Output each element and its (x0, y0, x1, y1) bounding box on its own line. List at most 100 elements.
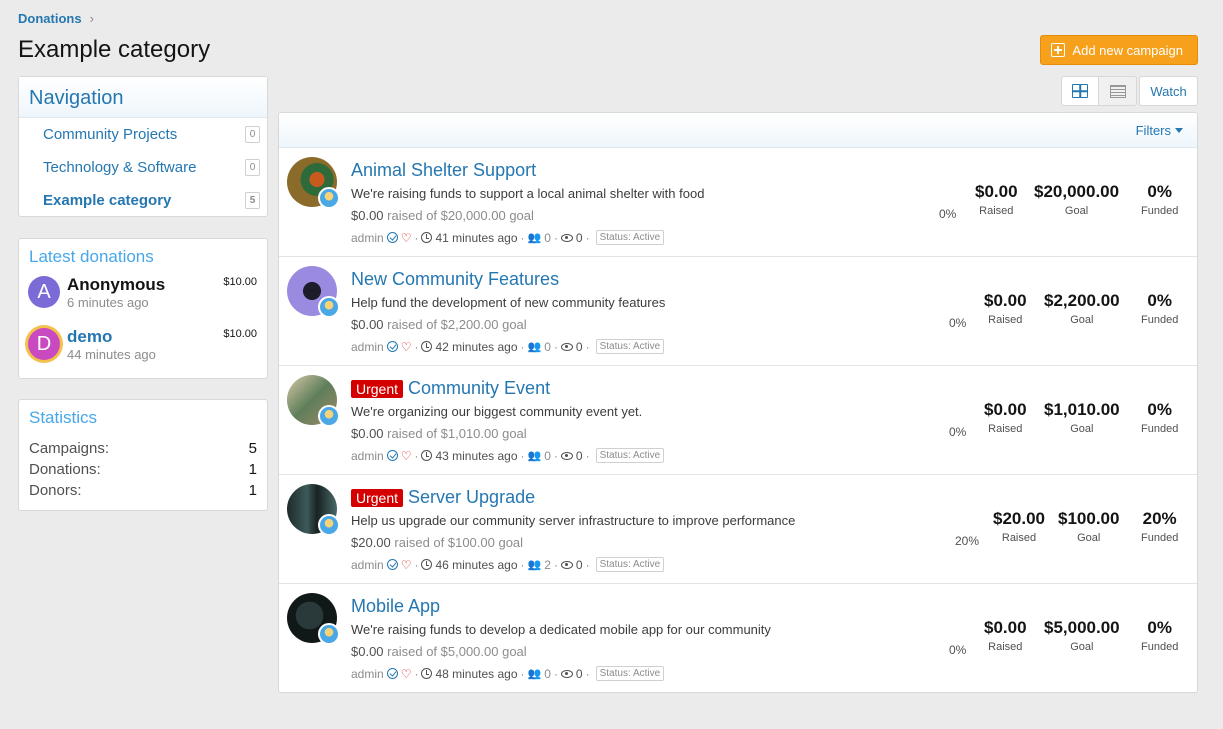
heart-icon[interactable]: ♡ (401, 668, 412, 680)
donation-amount: $10.00 (223, 328, 257, 340)
view-toggle-group (1061, 76, 1137, 106)
campaign-row: Mobile App We're raising funds to develo… (279, 584, 1197, 692)
campaign-meta: admin ♡ · 43 minutes ago · 👥 0 · 0 · Sta… (351, 448, 665, 463)
donor-name-link[interactable]: demo (67, 327, 156, 347)
latest-donations-title[interactable]: Latest donations (19, 239, 267, 271)
nav-item-label: Example category (43, 192, 172, 209)
raised-stat: $0.00 Raised (975, 182, 1018, 217)
author-avatar[interactable] (318, 623, 340, 645)
eye-icon (560, 669, 573, 678)
campaign-title-link[interactable]: New Community Features (351, 269, 559, 290)
urgent-badge: Urgent (351, 488, 404, 507)
donation-item: D demo 44 minutes ago $10.00 (19, 323, 267, 375)
campaign-meta: admin ♡ · 46 minutes ago · 👥 2 · 0 · Sta… (351, 557, 665, 572)
goal-value: $2,200.00 (1044, 291, 1120, 310)
heart-icon[interactable]: ♡ (401, 450, 412, 462)
stat-row-donations: Donations: 1 (19, 459, 267, 480)
campaign-title-link[interactable]: Mobile App (351, 596, 440, 617)
filters-dropdown[interactable]: Filters (1136, 123, 1183, 138)
stat-value: 5 (248, 440, 257, 457)
clock-icon (421, 450, 433, 461)
table-view-button[interactable] (1099, 76, 1137, 106)
campaign-title-link[interactable]: Community Event (408, 378, 550, 399)
status-badge: Status: Active (595, 557, 665, 572)
campaign-title-wrap: Urgent Community Event (351, 378, 550, 399)
statistics-title: Statistics (29, 408, 98, 427)
stat-row-campaigns: Campaigns: 5 (19, 438, 267, 459)
raised-of-goal: raised of $2,200.00 goal (387, 317, 527, 332)
author-link[interactable]: admin (351, 231, 384, 245)
verified-check-icon (386, 450, 398, 461)
page-title: Example category (18, 36, 211, 63)
campaign-title-link[interactable]: Animal Shelter Support (351, 160, 536, 181)
count-badge: 0 (245, 126, 260, 143)
funded-value: 0% (1147, 618, 1172, 637)
campaign-description: We're raising funds to support a local a… (351, 186, 705, 201)
author-avatar[interactable] (318, 296, 340, 318)
goal-label: Goal (1070, 314, 1094, 326)
campaign-time: 42 minutes ago (435, 339, 518, 354)
raised-of-goal: raised of $5,000.00 goal (387, 644, 527, 659)
breadcrumb-donations-link[interactable]: Donations (18, 11, 82, 26)
nav-item-community-projects[interactable]: Community Projects 0 (19, 118, 267, 151)
filters-label: Filters (1135, 122, 1171, 138)
goal-stat: $100.00 Goal (1058, 509, 1119, 544)
verified-check-icon (386, 232, 398, 243)
raised-label: Raised (979, 205, 1014, 217)
nav-item-example-category[interactable]: Example category 5 (19, 184, 267, 217)
avatar[interactable]: D (28, 328, 60, 360)
raised-value: $0.00 (984, 400, 1027, 419)
eye-icon (560, 451, 573, 460)
author-avatar[interactable] (318, 514, 340, 536)
campaign-description: Help fund the development of new communi… (351, 295, 666, 310)
campaign-title-link[interactable]: Server Upgrade (408, 487, 535, 508)
donation-time: 44 minutes ago (67, 347, 156, 362)
watch-button[interactable]: Watch (1139, 76, 1198, 106)
campaign-title-wrap: Mobile App (351, 596, 440, 617)
author-link[interactable]: admin (351, 449, 384, 463)
funded-label: Funded (1141, 314, 1179, 326)
funded-percent-small: 0% (949, 643, 967, 657)
eye-icon (560, 342, 573, 351)
raised-of-goal: raised of $20,000.00 goal (387, 208, 534, 223)
donor-count: 0 (544, 230, 551, 245)
author-avatar[interactable] (318, 187, 340, 209)
plus-square-icon (1051, 43, 1066, 57)
raised-amount: $0.00 (351, 644, 384, 659)
goal-label: Goal (1070, 423, 1094, 435)
filter-bar: Filters (279, 113, 1197, 148)
heart-icon[interactable]: ♡ (401, 559, 412, 571)
goal-value: $100.00 (1058, 509, 1120, 528)
navigation-title: Navigation (19, 77, 267, 118)
raised-label: Raised (988, 314, 1023, 326)
users-icon: 👥 (527, 559, 542, 571)
author-avatar[interactable] (318, 405, 340, 427)
add-new-campaign-button[interactable]: Add new campaign (1040, 35, 1198, 65)
breadcrumb: Donations › (18, 11, 94, 26)
campaign-description: Help us upgrade our community server inf… (351, 513, 796, 528)
author-link[interactable]: admin (351, 340, 384, 354)
clock-icon (421, 341, 433, 352)
author-link[interactable]: admin (351, 558, 384, 572)
campaign-raised-text: $0.00 raised of $20,000.00 goal (351, 208, 534, 223)
heart-icon[interactable]: ♡ (401, 341, 412, 353)
stat-row-donors: Donors: 1 (19, 480, 267, 501)
author-link[interactable]: admin (351, 667, 384, 681)
campaign-time: 41 minutes ago (435, 230, 518, 245)
goal-stat: $1,010.00 Goal (1044, 400, 1120, 435)
raised-amount: $0.00 (351, 317, 384, 332)
heart-icon[interactable]: ♡ (401, 232, 412, 244)
campaign-row: Urgent Server Upgrade Help us upgrade ou… (279, 475, 1197, 584)
nav-item-technology-software[interactable]: Technology & Software 0 (19, 151, 267, 184)
stat-value: 1 (248, 461, 257, 478)
status-badge: Status: Active (595, 339, 665, 354)
navigation-block: Navigation Community Projects 0 Technolo… (18, 76, 268, 217)
funded-stat: 0% Funded (1141, 291, 1178, 326)
clock-icon (421, 232, 433, 243)
raised-stat: $0.00 Raised (984, 400, 1027, 435)
grid-view-button[interactable] (1061, 76, 1099, 106)
view-count: 0 (575, 339, 583, 354)
campaign-time: 46 minutes ago (435, 557, 518, 572)
campaign-meta: admin ♡ · 42 minutes ago · 👥 0 · 0 · Sta… (351, 339, 665, 354)
goal-value: $5,000.00 (1044, 618, 1120, 637)
